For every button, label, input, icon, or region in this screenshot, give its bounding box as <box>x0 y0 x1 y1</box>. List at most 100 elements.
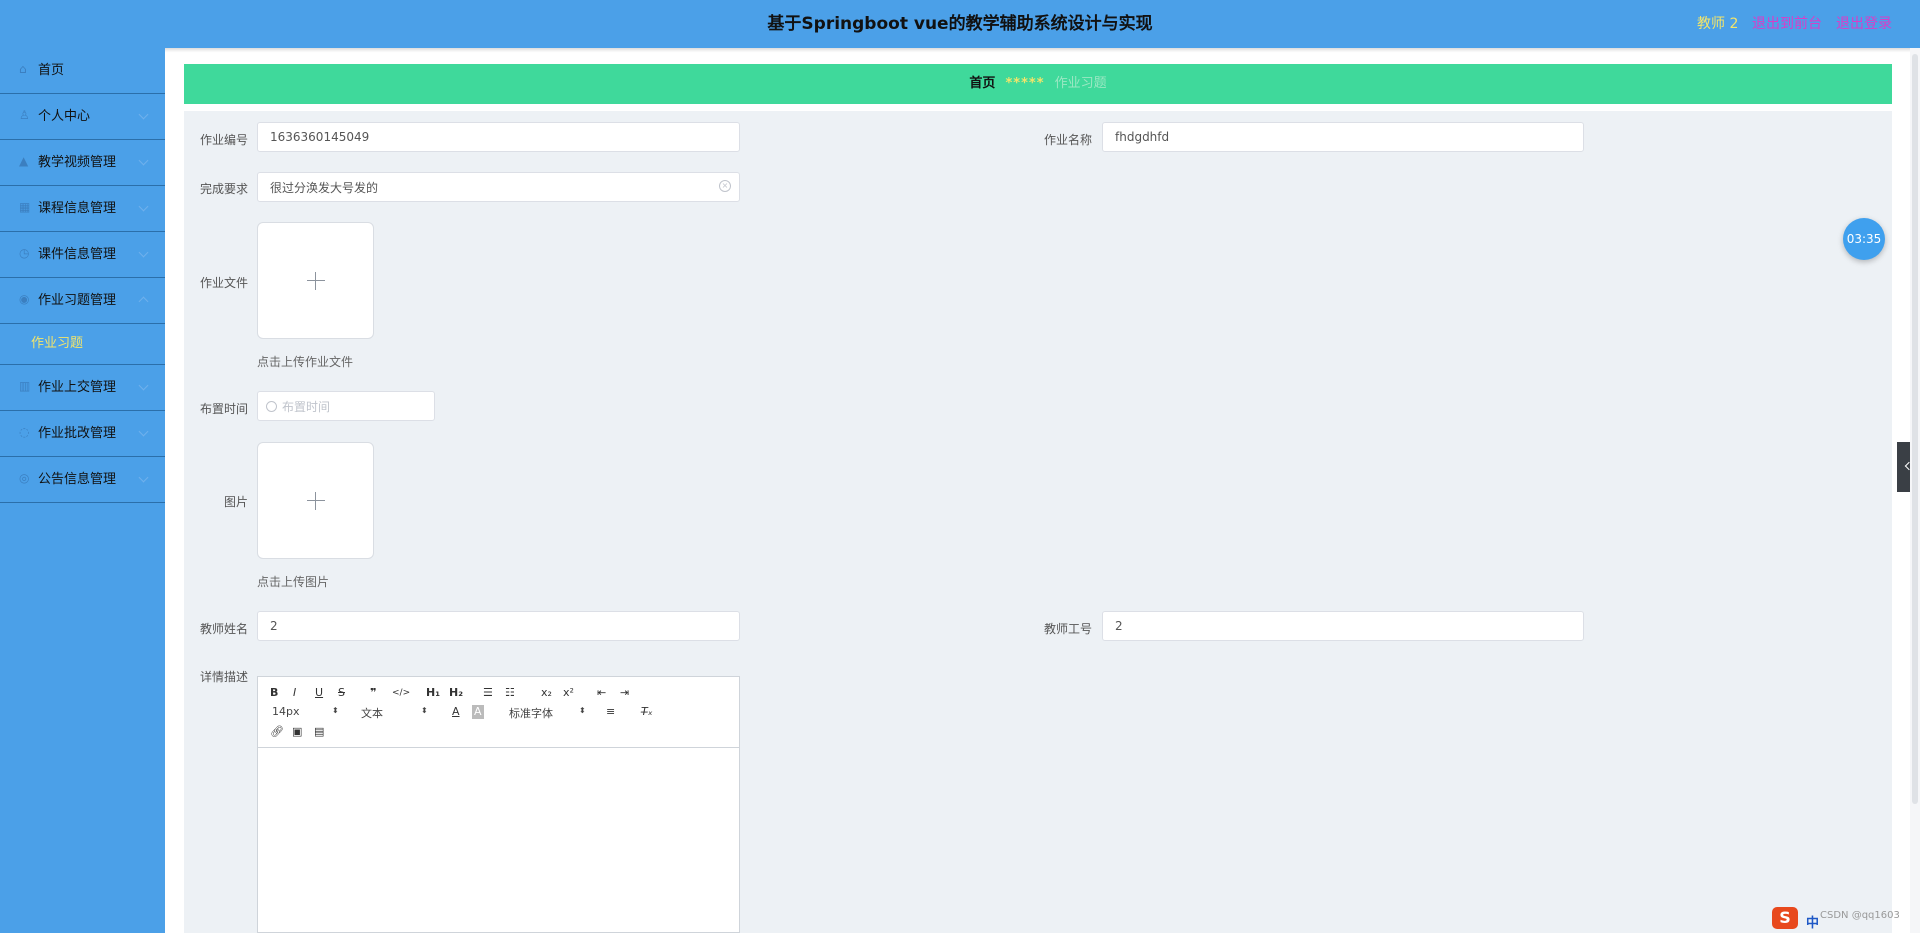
sidebar-item-course-info[interactable]: ▦ 课程信息管理 <box>0 186 165 232</box>
font-family-select[interactable]: 标准字体 ⬍ <box>509 705 589 721</box>
font-size-select[interactable]: 14px ⬍ <box>272 705 340 718</box>
sidebar-item-courseware-info[interactable]: ◷ 课件信息管理 <box>0 232 165 278</box>
editor-content[interactable] <box>258 748 739 932</box>
input-method-logo: S <box>1772 907 1798 929</box>
chevron-down-icon <box>138 247 149 258</box>
scrollbar-thumb[interactable] <box>1912 54 1918 804</box>
bold-icon[interactable]: B <box>270 686 278 700</box>
page-title: 基于Springboot vue的教学辅助系统设计与实现 <box>767 14 1153 34</box>
background-color-icon[interactable]: A <box>472 705 484 719</box>
timer-badge[interactable]: 03:35 <box>1843 218 1885 260</box>
align-icon[interactable]: ≡ <box>606 705 615 719</box>
sidebar-item-homework-grading[interactable]: ◌ 作业批改管理 <box>0 411 165 457</box>
course-icon: ▦ <box>19 200 31 214</box>
sidebar-item-label: 作业习题管理 <box>38 293 117 308</box>
breadcrumb-separator: ***** <box>1005 76 1045 91</box>
image-label: 图片 <box>223 495 248 509</box>
blockquote-icon[interactable]: ❞ <box>370 686 376 700</box>
detail-label: 详情描述 <box>199 670 248 684</box>
video-icon[interactable]: ▤ <box>314 725 324 739</box>
ordered-list-icon[interactable]: ☰ <box>483 686 493 700</box>
file-icon: ◷ <box>19 246 30 260</box>
sidebar-item-label: 课件信息管理 <box>38 247 117 262</box>
header1-icon[interactable]: H₁ <box>426 686 440 700</box>
sidebar-item-personal-center[interactable]: ♙ 个人中心 <box>0 94 165 140</box>
teacher-name-input[interactable] <box>257 611 740 641</box>
video-icon: ▲ <box>19 154 29 168</box>
select-arrow-icon: ⬍ <box>332 706 339 715</box>
breadcrumb: 首页 ***** 作业习题 <box>184 64 1892 104</box>
font-family-value: 标准字体 <box>509 707 553 720</box>
sidebar-item-home[interactable]: ⌂ 首页 <box>0 48 165 94</box>
assign-time-input[interactable] <box>280 392 434 422</box>
sidebar-item-teaching-video[interactable]: ▲ 教学视频管理 <box>0 140 165 186</box>
plus-icon <box>306 491 325 510</box>
chevron-down-icon <box>138 426 149 437</box>
font-size-value: 14px <box>272 705 300 718</box>
sidebar-subitem-label: 作业习题 <box>31 336 84 351</box>
back-to-front-link[interactable]: 退出到前台 <box>1752 0 1822 48</box>
sidebar: ⌂ 首页 ♙ 个人中心 ▲ 教学视频管理 ▦ 课程信息管理 ◷ 课件信息管理 ◉… <box>0 48 165 933</box>
font-color-icon[interactable]: A <box>452 705 460 719</box>
underline-icon[interactable]: U <box>315 686 323 700</box>
clear-format-icon[interactable]: T̶ₓ <box>641 705 653 719</box>
image-icon[interactable]: ▣ <box>292 725 302 739</box>
superscript-icon[interactable]: x² <box>563 686 574 700</box>
sidebar-subitem-exercise[interactable]: 作业习题 <box>0 324 165 365</box>
homework-name-input[interactable] <box>1102 122 1584 152</box>
edit-icon: ◌ <box>19 425 30 439</box>
bullet-list-icon[interactable]: ☷ <box>505 686 515 700</box>
header-type-value: 文本 <box>361 707 383 720</box>
indent-icon[interactable]: ⇥ <box>620 686 629 700</box>
sidebar-item-notice-info[interactable]: ◎ 公告信息管理 <box>0 457 165 503</box>
notice-icon: ◎ <box>19 471 30 485</box>
chevron-down-icon <box>138 201 149 212</box>
user-icon: ♙ <box>19 108 30 122</box>
chevron-down-icon <box>138 472 149 483</box>
chevron-down-icon <box>138 109 149 120</box>
breadcrumb-current: 作业习题 <box>1054 76 1107 91</box>
sidebar-item-exercise-management[interactable]: ◉ 作业习题管理 <box>0 278 165 324</box>
upload-icon: ▥ <box>19 379 31 393</box>
homework-no-input[interactable] <box>257 122 740 152</box>
page-scrollbar[interactable] <box>1910 48 1920 933</box>
italic-icon[interactable]: I <box>293 686 296 700</box>
sidebar-item-label: 公告信息管理 <box>38 472 117 487</box>
sidebar-item-homework-submit[interactable]: ▥ 作业上交管理 <box>0 365 165 411</box>
rich-text-editor: B I U S ❞ </> H₁ H₂ ☰ ☷ x₂ x² ⇤ ⇥ 14px ⬍… <box>257 676 740 933</box>
logout-link[interactable]: 退出登录 <box>1836 0 1892 48</box>
image-tip: 点击上传图片 <box>257 575 330 589</box>
assign-time-picker[interactable] <box>257 391 435 422</box>
code-block-icon[interactable]: </> <box>392 686 410 700</box>
link-icon[interactable]: 🔗︎ <box>270 725 284 739</box>
clear-icon[interactable]: × <box>719 180 731 192</box>
plus-icon <box>306 271 325 290</box>
sidebar-item-label: 作业上交管理 <box>38 380 117 395</box>
sidebar-item-label: 作业批改管理 <box>38 426 117 441</box>
header-type-select[interactable]: 文本 ⬍ <box>361 705 429 721</box>
strike-icon[interactable]: S <box>338 686 345 700</box>
teacher-no-input[interactable] <box>1102 611 1584 641</box>
outdent-icon[interactable]: ⇤ <box>597 686 606 700</box>
sidebar-item-label: 首页 <box>38 63 65 78</box>
select-arrow-icon: ⬍ <box>579 706 586 715</box>
header2-icon[interactable]: H₂ <box>449 686 463 700</box>
homework-file-upload[interactable] <box>257 222 374 339</box>
chevron-down-icon <box>138 380 149 391</box>
image-upload[interactable] <box>257 442 374 559</box>
clock-icon <box>266 401 277 412</box>
requirement-input[interactable] <box>257 172 740 202</box>
teacher-name-label: 教师姓名 <box>199 622 248 636</box>
home-icon: ⌂ <box>19 62 27 76</box>
teacher-no-label: 教师工号 <box>1043 622 1092 636</box>
sidebar-item-label: 课程信息管理 <box>38 201 117 216</box>
breadcrumb-home[interactable]: 首页 <box>969 76 995 91</box>
sidebar-item-label: 教学视频管理 <box>38 155 117 170</box>
editor-toolbar: B I U S ❞ </> H₁ H₂ ☰ ☷ x₂ x² ⇤ ⇥ 14px ⬍… <box>258 677 739 748</box>
watermark: CSDN @qq1603 <box>1820 910 1900 921</box>
select-arrow-icon: ⬍ <box>421 706 428 715</box>
chevron-up-icon <box>138 296 149 307</box>
sidebar-item-label: 个人中心 <box>38 109 91 124</box>
subscript-icon[interactable]: x₂ <box>541 686 552 700</box>
top-header: 基于Springboot vue的教学辅助系统设计与实现 教师 2 退出到前台 … <box>0 0 1920 48</box>
